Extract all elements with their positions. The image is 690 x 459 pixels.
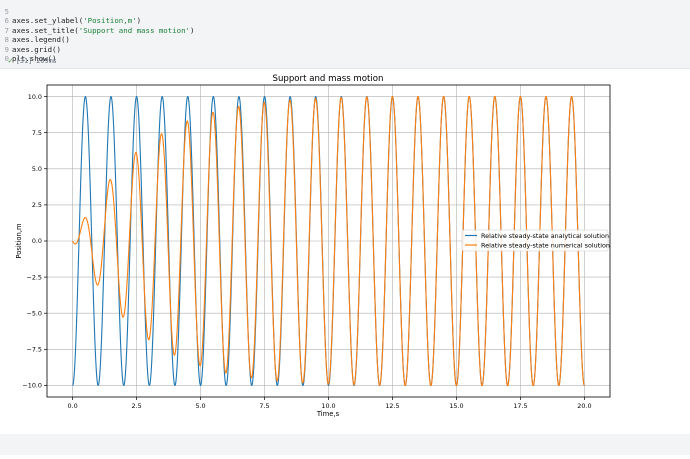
plot-series bbox=[72, 95, 585, 387]
y-tick-label: 2.5 bbox=[32, 201, 42, 209]
legend: Relative steady-state analytical solutio… bbox=[461, 229, 610, 252]
plot-frame bbox=[46, 84, 611, 398]
x-tick-label: 17.5 bbox=[513, 402, 527, 410]
cell-status: ✓ [31] 209ms bbox=[8, 56, 57, 66]
y-axis: 10.0 7.5 5.0 2.5 0.0 −2.5 −5.0 −7.5 −10.0 bbox=[22, 93, 47, 390]
cell-divider bbox=[0, 68, 690, 69]
exec-count: [31] bbox=[15, 57, 33, 65]
y-tick-label: 7.5 bbox=[32, 129, 42, 137]
code-cell[interactable]: 5 axes.set_ylabel('Position,m') 6 axes.s… bbox=[0, 0, 690, 68]
x-axis: 0.0 2.5 5.0 7.5 10.0 12.5 15.0 17.5 20.0 bbox=[68, 397, 592, 410]
y-axis-label: Position,m bbox=[15, 223, 23, 259]
y-tick-label: −10.0 bbox=[22, 382, 42, 390]
y-tick-label: −5.0 bbox=[26, 309, 42, 317]
code-line[interactable]: 7 axes.legend() bbox=[0, 16, 690, 45]
chart-title: Support and mass motion bbox=[272, 74, 383, 84]
x-tick-label: 12.5 bbox=[385, 402, 399, 410]
y-tick-label: 10.0 bbox=[28, 93, 42, 101]
legend-box bbox=[461, 229, 609, 252]
exec-duration: 209ms bbox=[36, 57, 57, 65]
x-tick-label: 5.0 bbox=[195, 402, 205, 410]
code-line[interactable]: 9 plt.show() bbox=[0, 35, 690, 64]
next-cell-bar[interactable] bbox=[0, 434, 690, 455]
check-icon: ✓ bbox=[8, 56, 13, 65]
code-line[interactable]: 6 axes.set_title('Support and mass motio… bbox=[0, 7, 690, 35]
y-tick-label: 0.0 bbox=[32, 237, 42, 245]
series-analytical bbox=[72, 96, 585, 386]
x-tick-label: 0.0 bbox=[68, 402, 78, 410]
x-tick-label: 10.0 bbox=[321, 402, 335, 410]
code-line[interactable]: 0 bbox=[0, 45, 690, 63]
x-tick-label: 7.5 bbox=[259, 402, 269, 410]
x-tick-label: 15.0 bbox=[449, 402, 463, 410]
y-tick-label: −7.5 bbox=[26, 346, 42, 354]
grid bbox=[47, 85, 610, 397]
x-axis-label: Time,s bbox=[316, 410, 340, 418]
y-tick-label: 5.0 bbox=[32, 165, 42, 173]
y-tick-label: −2.5 bbox=[26, 273, 42, 281]
legend-label-analytical: Relative steady-state analytical solutio… bbox=[481, 232, 609, 240]
legend-label-numerical: Relative steady-state numerical solution bbox=[481, 242, 610, 250]
x-tick-label: 2.5 bbox=[131, 402, 141, 410]
code-line[interactable]: 8 axes.grid() bbox=[0, 26, 690, 54]
series-numerical bbox=[72, 95, 585, 387]
x-tick-label: 20.0 bbox=[577, 402, 591, 410]
